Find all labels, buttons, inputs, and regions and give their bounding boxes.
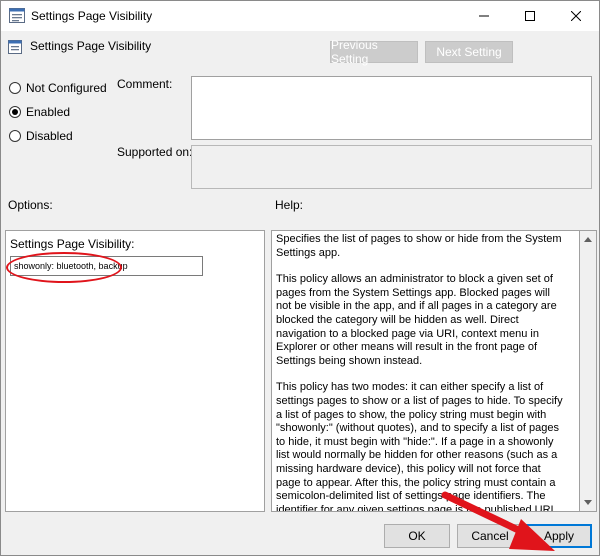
options-panel: Settings Page Visibility: showonly: blue… — [5, 230, 265, 512]
radio-circle-selected — [9, 106, 21, 118]
radio-label-not-configured: Not Configured — [26, 81, 107, 95]
next-setting-button[interactable]: Next Setting — [425, 41, 513, 63]
policy-setting-icon — [8, 40, 22, 54]
minimize-button[interactable] — [461, 1, 507, 31]
options-heading: Options: — [8, 198, 53, 212]
help-heading: Help: — [275, 198, 304, 212]
previous-setting-button[interactable]: Previous Setting — [330, 38, 418, 66]
radio-label-enabled: Enabled — [26, 105, 71, 119]
help-paragraph: This policy has two modes: it can either… — [276, 381, 563, 512]
radio-enabled[interactable]: Enabled — [9, 105, 70, 119]
policy-title: Settings Page Visibility — [30, 39, 152, 53]
supported-on-field — [191, 145, 592, 189]
apply-button[interactable]: Apply — [526, 524, 592, 548]
setting-value-label: Settings Page Visibility: — [10, 237, 135, 251]
radio-label-disabled: Disabled — [26, 129, 73, 143]
cancel-button[interactable]: Cancel — [457, 524, 523, 548]
close-icon — [571, 11, 581, 21]
setting-value-input[interactable]: showonly: bluetooth, backup — [10, 256, 203, 276]
help-paragraph: This policy allows an administrator to b… — [276, 273, 557, 367]
help-panel: Specifies the list of pages to show or h… — [271, 230, 580, 512]
radio-circle — [9, 82, 21, 94]
scroll-down-icon — [584, 500, 592, 505]
comment-label: Comment: — [117, 77, 173, 91]
help-text: Specifies the list of pages to show or h… — [276, 233, 566, 512]
maximize-button[interactable] — [507, 1, 553, 31]
ok-button[interactable]: OK — [384, 524, 450, 548]
radio-circle — [9, 130, 21, 142]
help-scrollbar[interactable] — [580, 230, 597, 512]
radio-not-configured[interactable]: Not Configured — [9, 81, 107, 95]
title-bar[interactable]: Settings Page Visibility — [1, 1, 599, 31]
dialog-window: Settings Page Visibility Settings Page V… — [0, 0, 600, 556]
policy-editor-icon — [9, 8, 25, 23]
scroll-up-icon — [584, 237, 592, 242]
scroll-up-button[interactable] — [580, 231, 596, 248]
radio-selected-dot — [12, 109, 18, 115]
comment-field[interactable] — [191, 76, 592, 140]
supported-on-label: Supported on: — [117, 145, 193, 159]
scroll-down-button[interactable] — [580, 494, 596, 511]
radio-disabled[interactable]: Disabled — [9, 129, 73, 143]
close-button[interactable] — [553, 1, 599, 31]
maximize-icon — [525, 11, 535, 21]
window-title: Settings Page Visibility — [31, 9, 153, 23]
minimize-icon — [479, 15, 489, 17]
help-paragraph: Specifies the list of pages to show or h… — [276, 233, 562, 259]
